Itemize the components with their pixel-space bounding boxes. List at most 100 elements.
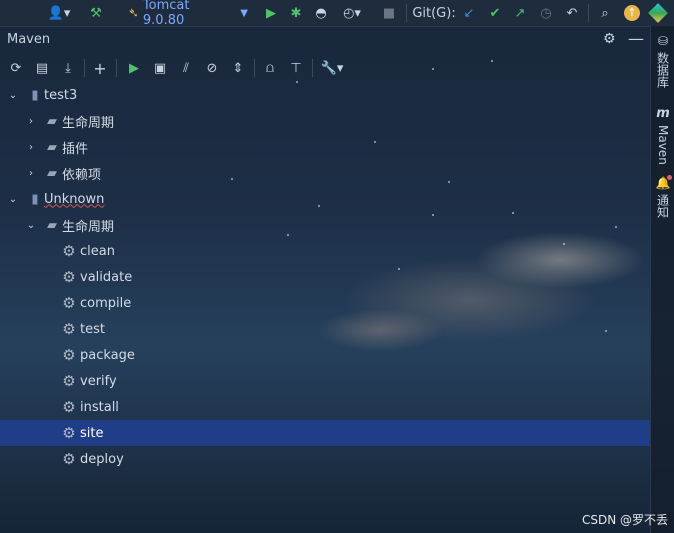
tree-node-folder[interactable]: › ▰ 依赖项 <box>0 160 650 186</box>
chevron-right-icon[interactable]: › <box>25 115 37 127</box>
stripe-label: Maven <box>656 125 670 165</box>
reload-icon[interactable]: ⟳ <box>6 58 26 78</box>
gear-icon: ⚙ <box>62 346 76 364</box>
add-icon[interactable]: + <box>90 58 110 78</box>
goal-label: validate <box>80 269 133 285</box>
tree-node-goal[interactable]: ⚙ verify <box>0 368 650 394</box>
tree-node-folder[interactable]: › ▰ 生命周期 <box>0 108 650 134</box>
tree-node-goal[interactable]: ⚙ compile <box>0 290 650 316</box>
show-dependencies-icon[interactable]: ⩍ <box>260 58 280 78</box>
git-push-icon[interactable]: ↗ <box>511 3 529 23</box>
chevron-down-icon[interactable]: ⌄ <box>25 219 37 231</box>
git-commit-icon[interactable]: ✔ <box>486 3 504 23</box>
goal-label: verify <box>80 373 117 389</box>
tree-node-goal[interactable]: ⚙ clean <box>0 238 650 264</box>
tool-window-title: Maven <box>7 32 51 47</box>
maven-module-icon: ▮ <box>31 191 39 207</box>
database-tool-button[interactable]: ⛁ 数据库 <box>651 34 674 88</box>
toggle-offline-icon[interactable]: ⫽ <box>176 58 196 78</box>
tree-node-label: 插件 <box>62 141 89 157</box>
notifications-tool-button[interactable]: 🔔 通知 <box>651 175 674 218</box>
maven-tool-button[interactable]: m Maven <box>651 106 674 165</box>
tree-node-label: 生命周期 <box>62 115 115 131</box>
collapse-all-icon[interactable]: ⇕ <box>228 58 248 78</box>
user-icon[interactable]: 👤▾ <box>46 3 72 23</box>
tree-node-label: Unknown <box>44 191 105 207</box>
tree-node-folder[interactable]: ⌄ ▰ 生命周期 <box>0 212 650 238</box>
wrench-icon[interactable]: 🔧▾ <box>320 58 344 78</box>
tree-node-label: 依赖项 <box>62 167 102 183</box>
update-icon[interactable]: ↑ <box>623 3 641 23</box>
toolbar-divider <box>588 4 589 22</box>
run-config-label: Tomcat 9.0.80 <box>142 0 190 28</box>
stripe-label: 通知 <box>655 194 670 218</box>
maven-icon: m <box>656 106 670 121</box>
goal-label: deploy <box>80 451 124 467</box>
gear-icon[interactable]: ⚙ <box>603 31 616 47</box>
tree-node-goal[interactable]: ⚙ validate <box>0 264 650 290</box>
git-update-icon[interactable]: ↙ <box>460 3 478 23</box>
maven-toolbar: ⟳ ▤ ⤓ + ▶ ▣ ⫽ ⊘ ⇕ ⩍ ⊤ 🔧▾ <box>0 55 650 81</box>
gear-icon: ⚙ <box>62 398 76 416</box>
watermark: CSDN @罗不丢 <box>582 513 669 527</box>
download-icon[interactable]: ⤓ <box>58 58 78 78</box>
chevron-down-icon: ▼ <box>240 7 248 19</box>
goal-label: compile <box>80 295 132 311</box>
generate-sources-icon[interactable]: ▤ <box>32 58 52 78</box>
skip-tests-icon[interactable]: ⊘ <box>202 58 222 78</box>
run-config-select[interactable]: ➴ Tomcat 9.0.80 ▼ <box>128 0 248 28</box>
toolbar-divider <box>406 4 407 22</box>
lifecycle-folder-icon: ▰ <box>47 113 57 129</box>
tree-node-goal[interactable]: ⚙ deploy <box>0 446 650 472</box>
toolbar-divider <box>254 59 255 77</box>
database-icon: ⛁ <box>657 34 669 48</box>
tree-node-goal[interactable]: ⚙ test <box>0 316 650 342</box>
minimize-icon[interactable]: — <box>628 29 644 48</box>
tree-node-label: 生命周期 <box>62 219 115 235</box>
git-label-text: Git(G): <box>412 5 456 21</box>
execute-goal-icon[interactable]: ▣ <box>150 58 170 78</box>
lifecycle-folder-icon: ▰ <box>47 217 57 233</box>
toolbar-divider <box>116 59 117 77</box>
chevron-right-icon[interactable]: › <box>25 141 37 153</box>
run-icon[interactable]: ▶ <box>262 3 280 23</box>
tree-node-goal[interactable]: ⚙ package <box>0 342 650 368</box>
chevron-down-icon[interactable]: ⌄ <box>7 193 19 205</box>
git-label: Git(G): <box>412 3 456 23</box>
gear-icon: ⚙ <box>62 450 76 468</box>
main-toolbar: 👤▾ ⚒ ➴ Tomcat 9.0.80 ▼ ▶ ✱ ◓ ◴▾ ■ Git(G)… <box>0 0 674 28</box>
tree-node-project[interactable]: ⌄ ▮ Unknown <box>0 186 650 212</box>
stop-icon[interactable]: ■ <box>380 3 398 23</box>
run-maven-build-icon[interactable]: ▶ <box>124 58 144 78</box>
maven-module-icon: ▮ <box>31 87 39 103</box>
profile-icon[interactable]: ◴▾ <box>337 3 367 23</box>
search-icon[interactable]: ⌕ <box>596 3 614 23</box>
dependencies-folder-icon: ▰ <box>47 165 57 181</box>
notification-icon: 🔔 <box>655 175 673 190</box>
tree-node-folder[interactable]: › ▰ 插件 <box>0 134 650 160</box>
stripe-label: 数据库 <box>655 52 670 88</box>
rollback-icon[interactable]: ↶ <box>563 3 581 23</box>
gear-icon: ⚙ <box>62 242 76 260</box>
right-tool-stripe: ⛁ 数据库 m Maven 🔔 通知 <box>650 26 674 533</box>
toolbox-icon[interactable] <box>648 3 668 23</box>
gear-icon: ⚙ <box>62 320 76 338</box>
chevron-right-icon[interactable]: › <box>25 167 37 179</box>
analyze-dependencies-icon[interactable]: ⊤ <box>286 58 306 78</box>
goal-label: site <box>80 425 104 441</box>
goal-label: clean <box>80 243 115 259</box>
coverage-icon[interactable]: ◓ <box>312 3 330 23</box>
chevron-down-icon[interactable]: ⌄ <box>7 89 19 101</box>
gear-icon: ⚙ <box>62 372 76 390</box>
hammer-icon[interactable]: ⚒ <box>86 3 106 23</box>
tree-node-goal[interactable]: ⚙ install <box>0 394 650 420</box>
debug-icon[interactable]: ✱ <box>287 3 305 23</box>
tree-node-project[interactable]: ⌄ ▮ test3 <box>0 82 650 108</box>
goal-label: install <box>80 399 119 415</box>
toolbar-divider <box>84 59 85 77</box>
gear-icon: ⚙ <box>62 294 76 312</box>
toolbar-divider <box>312 59 313 77</box>
tool-window-header: Maven ⚙ — <box>0 27 650 53</box>
history-icon[interactable]: ◷ <box>537 3 555 23</box>
tree-node-goal-selected[interactable]: ⚙ site <box>0 420 650 446</box>
